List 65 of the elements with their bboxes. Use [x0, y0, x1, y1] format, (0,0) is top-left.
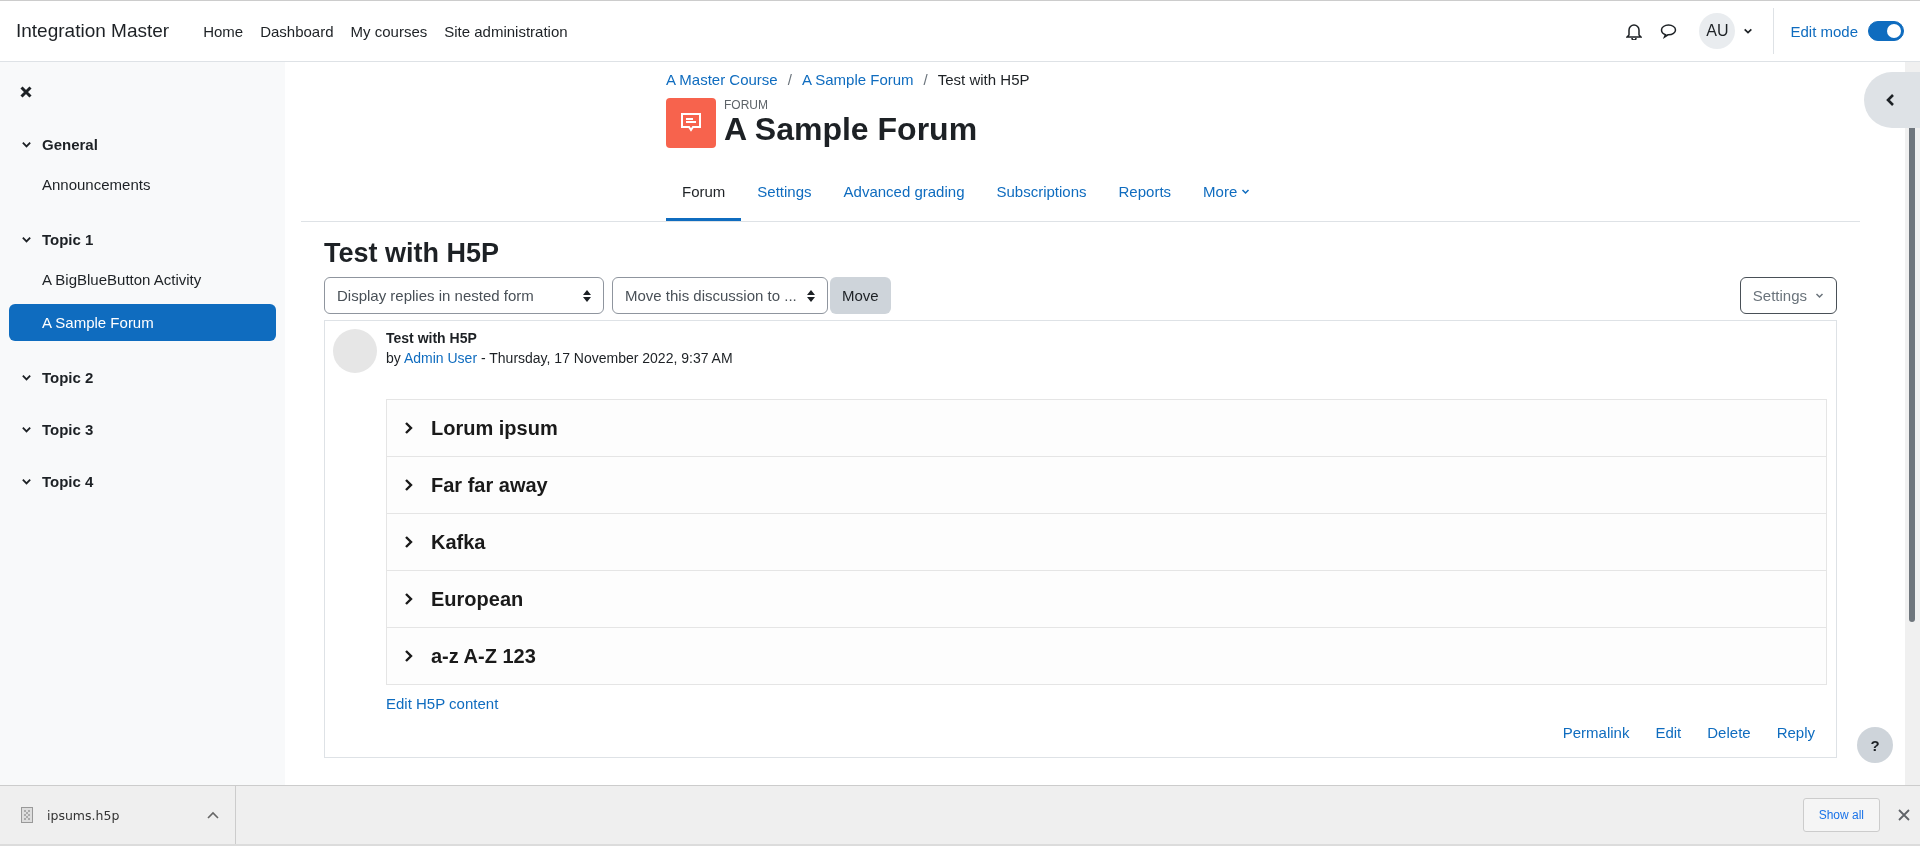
site-name[interactable]: Integration Master [16, 20, 170, 42]
settings-button[interactable]: Settings [1739, 277, 1837, 314]
nav-tab[interactable]: Settings [741, 168, 828, 221]
user-avatar[interactable]: AU [1699, 13, 1736, 49]
post-byline: by Admin User - Thursday, 17 November 2022, 9:37 AM [386, 350, 733, 366]
help-button[interactable]: ? [1857, 727, 1893, 763]
breadcrumb-link[interactable]: A Sample Forum [801, 70, 914, 88]
download-filename[interactable]: ipsums.h5p [47, 807, 193, 823]
chevron-right-icon [403, 478, 415, 492]
post-action-link[interactable]: Permalink [1562, 724, 1630, 741]
chevron-right-icon [403, 535, 415, 549]
updown-arrows-icon [583, 289, 591, 302]
section-toggle[interactable]: Topic 4 [9, 469, 276, 493]
close-icon[interactable] [20, 86, 32, 98]
section-toggle[interactable]: General [9, 132, 276, 156]
post-action-link[interactable]: Edit [1655, 724, 1682, 741]
chevron-right-icon [403, 592, 415, 606]
nav-tab[interactable]: Advanced grading [827, 168, 981, 221]
chevron-left-icon [1884, 93, 1896, 107]
caret-icon [1815, 291, 1824, 300]
move-button[interactable]: Move [830, 277, 891, 314]
nav-tab[interactable]: Reports [1102, 168, 1188, 221]
edit-content-link[interactable]: Edit H5P content [386, 695, 499, 712]
chevron-up-icon[interactable] [207, 811, 219, 819]
sidebar-item[interactable]: Announcements [9, 166, 276, 203]
author-link[interactable]: Admin User [403, 350, 478, 366]
breadcrumb-link[interactable]: A Master Course [666, 70, 778, 88]
page-title: A Sample Forum [724, 112, 978, 148]
file-icon [21, 807, 33, 823]
forum-icon [666, 98, 716, 148]
post-subject: Test with H5P [386, 330, 478, 346]
sidebar-item[interactable]: A Sample Forum [9, 304, 276, 341]
scrollbar[interactable] [1905, 62, 1920, 785]
nav-tab[interactable]: More [1187, 168, 1267, 221]
post-action-link[interactable]: Delete [1707, 724, 1751, 741]
nav-tab[interactable]: Forum [666, 168, 742, 221]
nav-link[interactable]: Dashboard [260, 22, 334, 40]
caret-icon [1743, 26, 1754, 36]
breadcrumb-separator: / [787, 70, 792, 88]
nav-link[interactable]: Home [203, 22, 244, 40]
display-mode-select[interactable]: Display replies in nested form [324, 277, 604, 314]
breadcrumb-current: Test with H5P [937, 70, 1030, 88]
breadcrumb-separator: / [923, 70, 928, 88]
chat-bubble-icon[interactable] [1660, 23, 1678, 39]
section-toggle[interactable]: Topic 1 [9, 227, 276, 251]
move-discussion-select[interactable]: Move this discussion to ... [612, 277, 828, 314]
chevron-right-icon [403, 421, 415, 435]
nav-link[interactable]: Site administration [444, 22, 568, 40]
show-all-button[interactable]: Show all [1802, 798, 1880, 832]
nav-link[interactable]: My courses [350, 22, 428, 40]
bell-icon[interactable] [1626, 22, 1643, 40]
nav-tab[interactable]: Subscriptions [980, 168, 1103, 221]
sidebar-item[interactable]: A BigBlueButton Activity [9, 261, 276, 298]
edit-mode-label: Edit mode [1790, 22, 1858, 40]
activity-type: FORUM [724, 98, 769, 113]
updown-arrows-icon [807, 289, 815, 302]
discussion-title: Test with H5P [324, 238, 501, 269]
avatar-placeholder [333, 329, 377, 373]
chevron-right-icon [403, 649, 415, 663]
section-toggle[interactable]: Topic 3 [9, 417, 276, 441]
drawer-toggle[interactable] [1864, 72, 1920, 128]
caret-icon [1241, 187, 1251, 196]
section-toggle[interactable]: Topic 2 [9, 365, 276, 389]
edit-mode-toggle[interactable] [1868, 21, 1904, 41]
post-action-link[interactable]: Reply [1776, 724, 1815, 741]
